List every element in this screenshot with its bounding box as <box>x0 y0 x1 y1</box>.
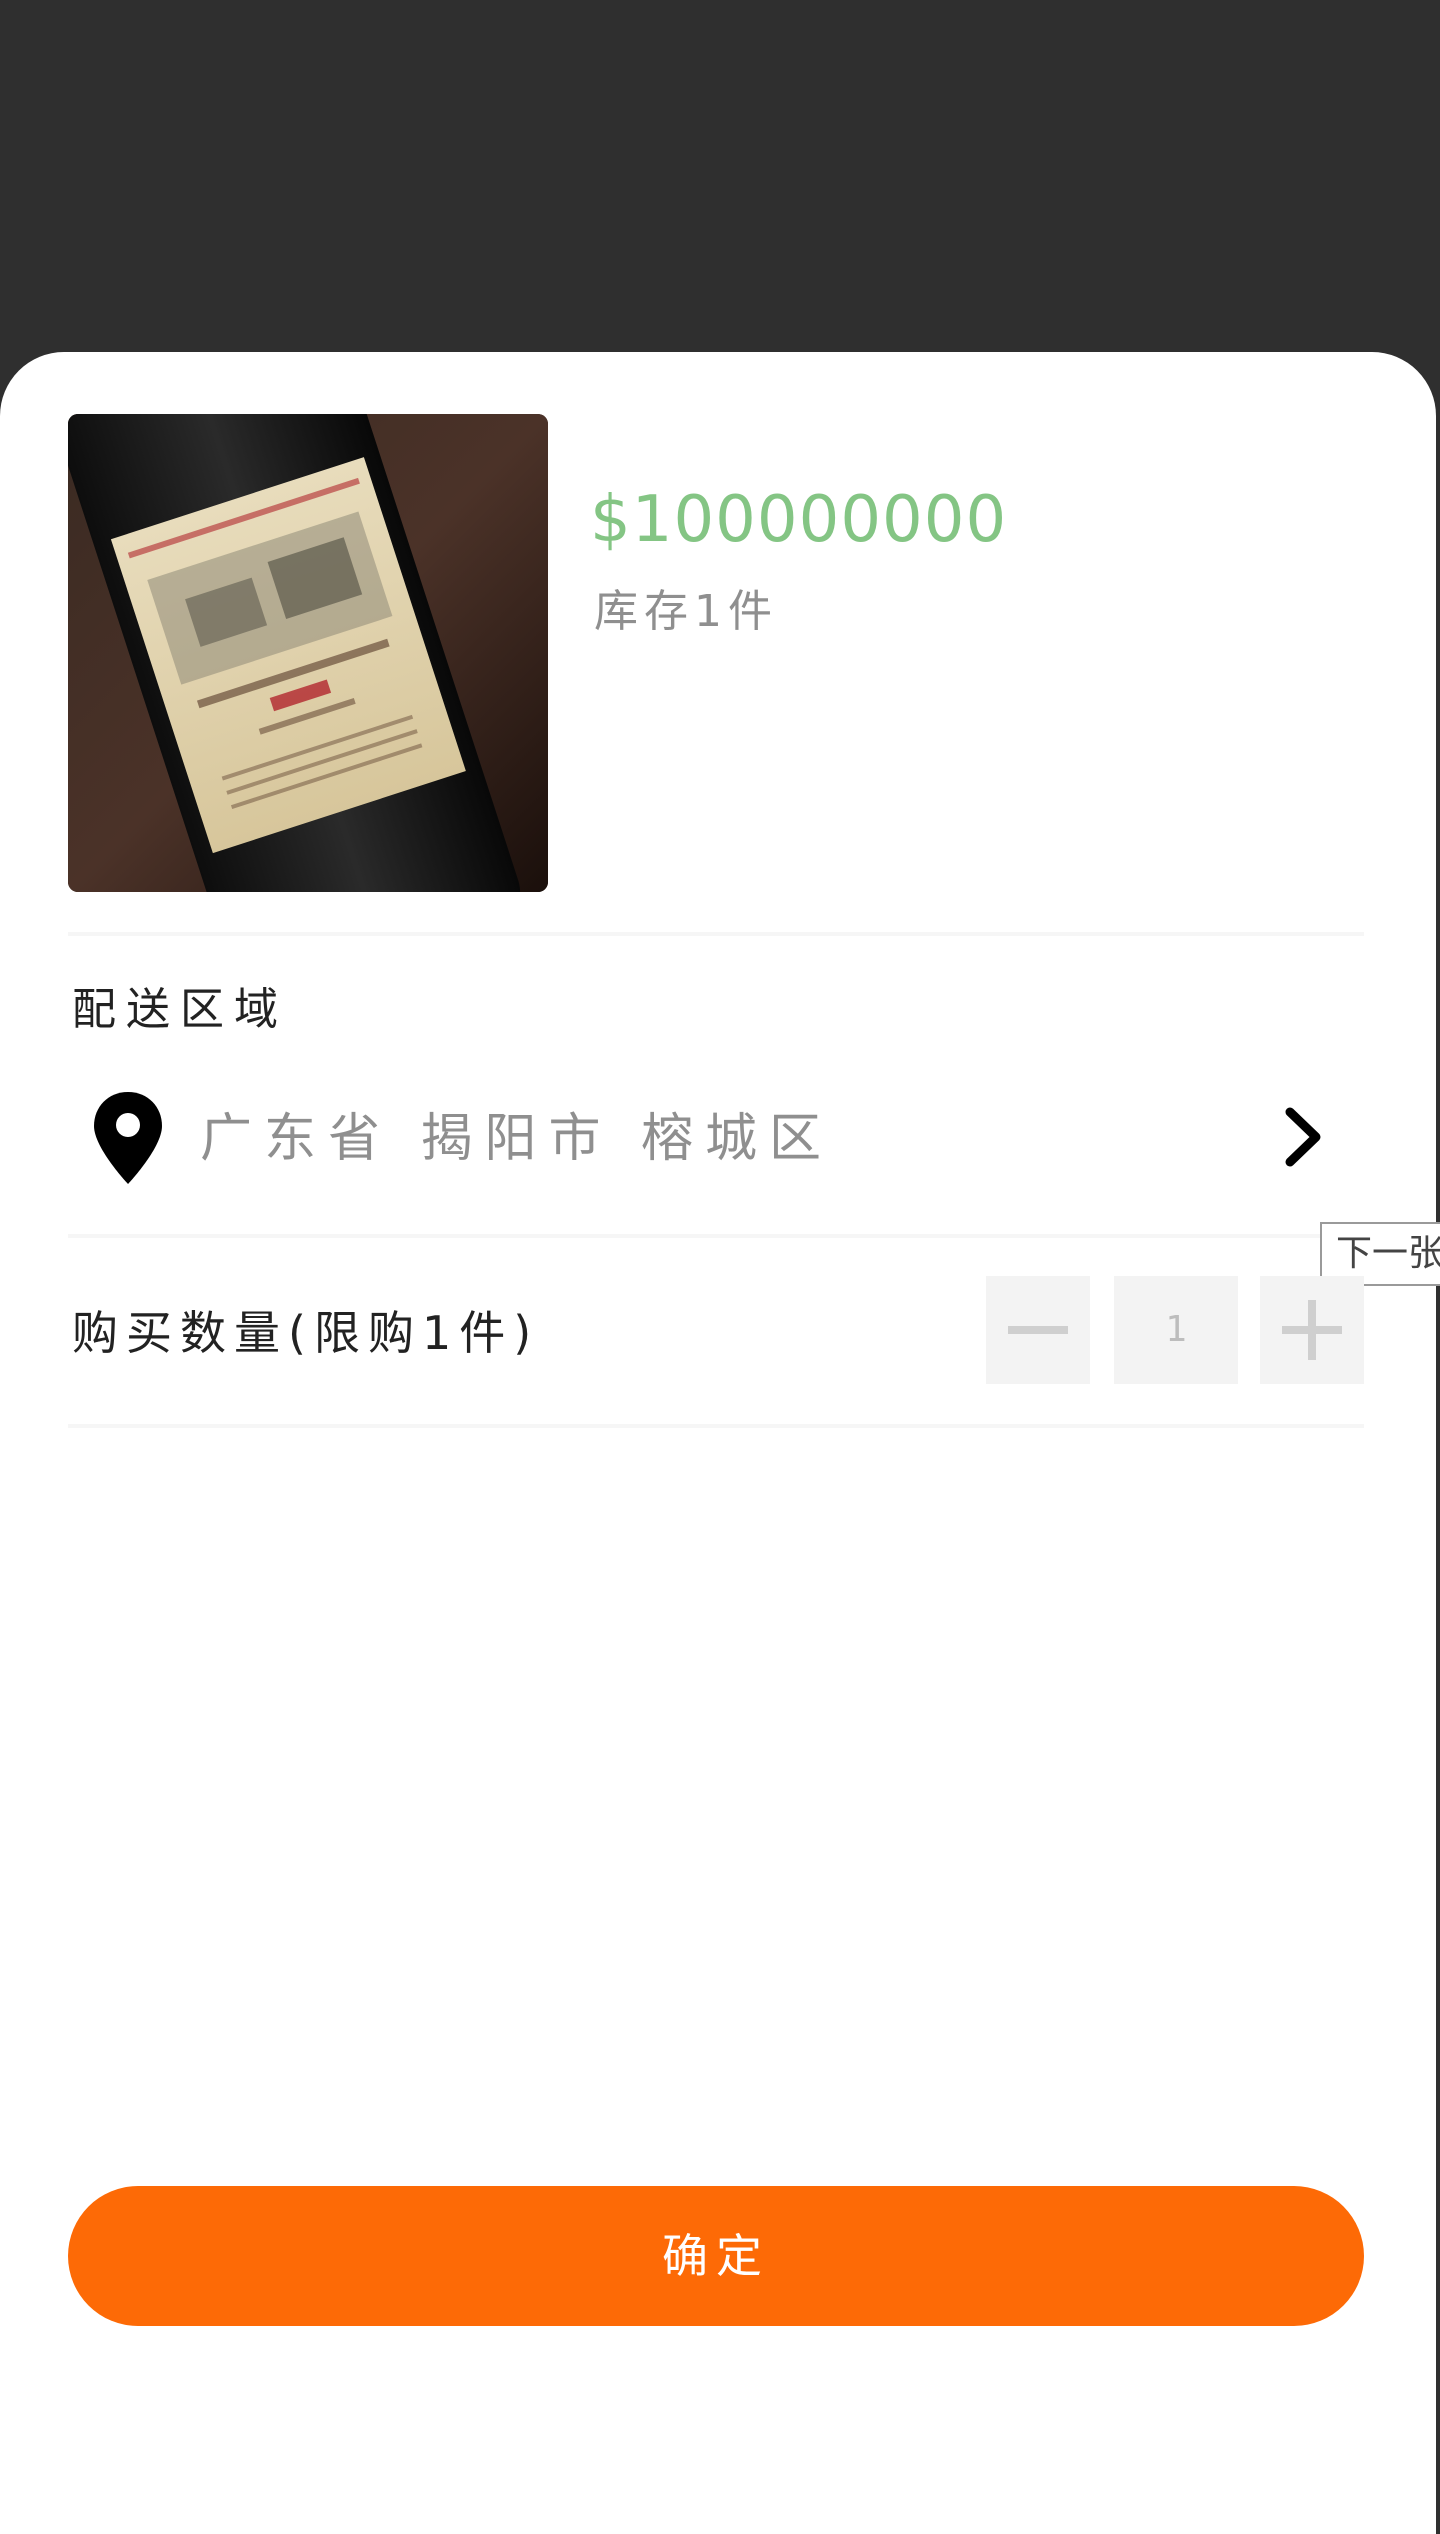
quantity-increment-button[interactable] <box>1260 1276 1364 1384</box>
plus-icon <box>1282 1300 1342 1360</box>
divider <box>68 1424 1364 1428</box>
product-price: $100000000 <box>590 483 1008 557</box>
confirm-button[interactable]: 确定 <box>68 2186 1364 2326</box>
divider <box>68 1234 1364 1238</box>
address-selector[interactable]: 广东省 揭阳市 榕城区 <box>68 1070 1364 1210</box>
minus-icon <box>1008 1326 1068 1334</box>
stock-count: 库存1件 <box>594 586 778 637</box>
quantity-decrement-button[interactable] <box>986 1276 1090 1384</box>
chevron-right-icon <box>1285 1107 1321 1167</box>
address-text: 广东省 揭阳市 榕城区 <box>200 1109 834 1169</box>
delivery-area-label: 配送区域 <box>72 984 288 1035</box>
quantity-label: 购买数量(限购1件) <box>72 1306 540 1360</box>
quantity-input[interactable]: 1 <box>1114 1276 1238 1384</box>
dim-overlay[interactable] <box>0 0 1440 360</box>
product-image <box>68 414 548 892</box>
divider <box>68 932 1364 936</box>
location-pin-icon <box>94 1092 162 1184</box>
